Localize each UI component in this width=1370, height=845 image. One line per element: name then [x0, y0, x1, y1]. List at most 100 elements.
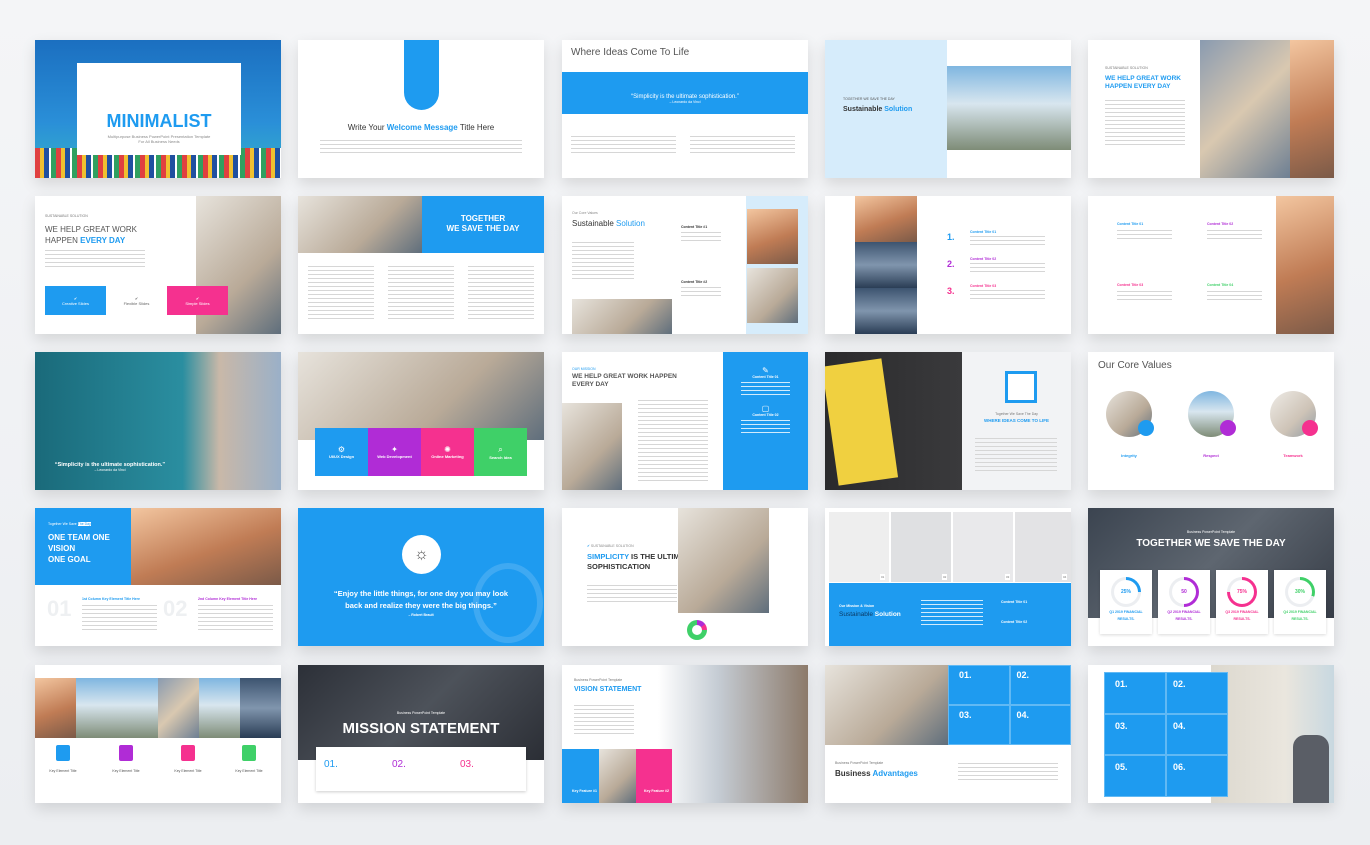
body-text — [468, 266, 534, 321]
bag-photo — [953, 512, 1013, 582]
slide-title: MISSION STATEMENT — [342, 720, 500, 737]
slide-17[interactable]: ☼ “Enjoy the little things, for one day … — [298, 508, 544, 646]
integrity-icon — [1138, 420, 1154, 436]
slide-title: Business Advantages — [835, 769, 918, 778]
slide-9[interactable]: 1. Content Title 01 2. Content Title 02 … — [825, 196, 1071, 334]
slide-title: MINIMALIST — [106, 111, 212, 131]
stat-value: 25% — [1114, 580, 1138, 604]
slide-title: Where Ideas Come To Life — [571, 47, 690, 58]
slide-4[interactable]: TOGETHER WE SAVE THE DAY Sustainable Sol… — [825, 40, 1071, 178]
body-text — [587, 585, 677, 602]
quote-author: – Robert Brault — [408, 613, 434, 617]
body-text — [1117, 291, 1172, 303]
kicker: Business PowerPoint Template — [835, 761, 884, 765]
hiker-photo — [1200, 40, 1290, 178]
content-title: Content Title 03 — [970, 284, 997, 288]
service-box: ✦ Web Development — [368, 428, 421, 476]
kicker: Together We Save The Day — [995, 412, 1038, 416]
slide-8[interactable]: Our Core Values Sustainable Solution Con… — [562, 196, 808, 334]
slide-15[interactable]: Our Core Values Integrity Respect Teamwo… — [1088, 352, 1334, 490]
product-number: 01 — [880, 574, 886, 580]
financial-stat-card: 75% Q3 2019 FINANCIAL RESULTS. — [1216, 570, 1268, 634]
slide-title: Sustainable Solution — [843, 106, 913, 113]
info-band: Our Mission & Vision Sustainable Solutio… — [829, 583, 1071, 646]
slide-2[interactable]: Write Your Welcome Message Title Here — [298, 40, 544, 178]
mother-photo — [562, 403, 622, 490]
slide-23[interactable]: Business PowerPoint Template VISION STAT… — [562, 665, 808, 803]
element-icon — [56, 745, 70, 761]
slide-10[interactable]: Content Title 01 Content Title 02 Conten… — [1088, 196, 1334, 334]
slide-13[interactable]: OUR MISSION WE HELP GREAT WORK HAPPEN EVE… — [562, 352, 808, 490]
numbers-grid: 01. 02. 03. 04. 05. 06. — [1104, 672, 1228, 797]
content-title: Content Title 01 — [1117, 222, 1144, 226]
kicker: Business PowerPoint Template — [1186, 530, 1236, 534]
service-box: ✺ Online Marketing — [421, 428, 474, 476]
hands-photo — [947, 66, 1071, 150]
service-box: ⚙ UI/UX Design — [315, 428, 368, 476]
slide-7[interactable]: TOGETHER WE SAVE THE DAY — [298, 196, 544, 334]
slide-title: WE HELP GREAT WORK HAPPEN EVERY DAY — [572, 373, 677, 388]
quote-block: “Simplicity is the ultimate sophisticati… — [35, 462, 185, 472]
stat-label: RESULTS. — [1117, 617, 1135, 621]
kicker: Our Core Values — [572, 211, 598, 215]
feature-box: Key Feature #1 — [562, 749, 599, 803]
slide-22[interactable]: Business PowerPoint Template MISSION STA… — [298, 665, 544, 803]
quote: “Enjoy the little things, for one day yo… — [333, 589, 509, 610]
slide-24[interactable]: 01. 02. 03. 04. Business PowerPoint Temp… — [825, 665, 1071, 803]
kicker: SUSTAINABLE SOLUTION — [45, 214, 88, 218]
advantages-grid: 01. 02. 03. 04. — [948, 665, 1071, 745]
slide-12[interactable]: ⚙ UI/UX Design ✦ Web Development ✺ Online M… — [298, 352, 544, 490]
content-title: Content Title 02 — [970, 257, 997, 261]
content-title: Content Title 01 — [970, 230, 997, 234]
content-title: Content Title 03 — [1117, 283, 1144, 287]
value-title: Teamwork — [1283, 453, 1303, 458]
quote-band: “Simplicity is the ultimate sophisticati… — [562, 72, 808, 114]
stat-label: Q2 2019 FINANCIAL — [1167, 610, 1201, 614]
progress-ring: 75% — [1227, 577, 1257, 607]
slide-18[interactable]: ✔ SUSTAINABLE SOLUTION SIMPLICITY IS THE… — [562, 508, 808, 646]
element-title: Key Element Title — [174, 769, 202, 773]
financial-stat-card: 25% Q1 2019 FINANCIAL RESULTS. — [1100, 570, 1152, 634]
service-box: ⌕ Search Idea — [474, 428, 527, 476]
chair-photo — [891, 512, 951, 582]
slide-3[interactable]: Where Ideas Come To Life “Simplicity is … — [562, 40, 808, 178]
progress-ring: 25% — [1111, 577, 1141, 607]
slide-1[interactable]: MINIMALIST Multipurpose Business PowerPo… — [35, 40, 281, 178]
value-title: Integrity — [1121, 453, 1137, 458]
element-title: Key Element Title — [235, 769, 263, 773]
slide-title: WE HELP GREAT WORK HAPPEN EVERY DAY — [1105, 75, 1181, 90]
subtitle: For All Business Needs — [138, 139, 180, 144]
body-text — [308, 266, 374, 321]
progress-ring: 50 — [1169, 577, 1199, 607]
photo-strip — [35, 678, 281, 738]
woman-photo — [599, 749, 636, 803]
idea-icon — [1005, 371, 1037, 403]
stat-value: 30% — [1288, 580, 1312, 604]
slide-5[interactable]: SUSTAINABLE SOLUTION WE HELP GREAT WORK H… — [1088, 40, 1334, 178]
office-photo — [855, 288, 917, 334]
stat-label: RESULTS. — [1291, 617, 1309, 621]
slide-19[interactable]: 01 02 03 04 Our Mission & Vision Sustain… — [825, 508, 1071, 646]
column-title: 1st Column Key Element Title Here — [82, 597, 140, 601]
team-photo — [298, 196, 422, 253]
product-number: 04 — [1062, 574, 1068, 580]
focus-icon: ☼ — [402, 535, 441, 574]
kicker: TOGETHER WE SAVE THE DAY — [843, 97, 895, 101]
stat-label: Q1 2019 FINANCIAL — [1109, 610, 1143, 614]
canyon-photo — [131, 508, 281, 585]
body-text — [320, 140, 522, 156]
slide-14[interactable]: Together We Save The Day WHERE IDEAS COM… — [825, 352, 1071, 490]
item-number: 2. — [947, 259, 955, 269]
value-title: Respect — [1203, 453, 1219, 458]
content-title: Content Title #2 — [681, 280, 708, 284]
slide-title: Write Your Welcome Message Title Here — [347, 123, 495, 132]
column-number: 01 — [47, 596, 72, 621]
slide-16[interactable]: Together We Save The Day ONE TEAM ONE VIS… — [35, 508, 281, 646]
slide-11[interactable]: “Simplicity is the ultimate sophisticati… — [35, 352, 281, 490]
slide-20[interactable]: Business PowerPoint Template TOGETHER WE… — [1088, 508, 1334, 646]
slide-21[interactable]: Key Element Title Key Element Title Key … — [35, 665, 281, 803]
slide-6[interactable]: SUSTAINABLE SOLUTION WE HELP GREAT WORK H… — [35, 196, 281, 334]
title-card: MINIMALIST Multipurpose Business PowerPo… — [77, 63, 241, 155]
slide-25[interactable]: 01. 02. 03. 04. 05. 06. — [1088, 665, 1334, 803]
office-photo — [678, 508, 769, 613]
